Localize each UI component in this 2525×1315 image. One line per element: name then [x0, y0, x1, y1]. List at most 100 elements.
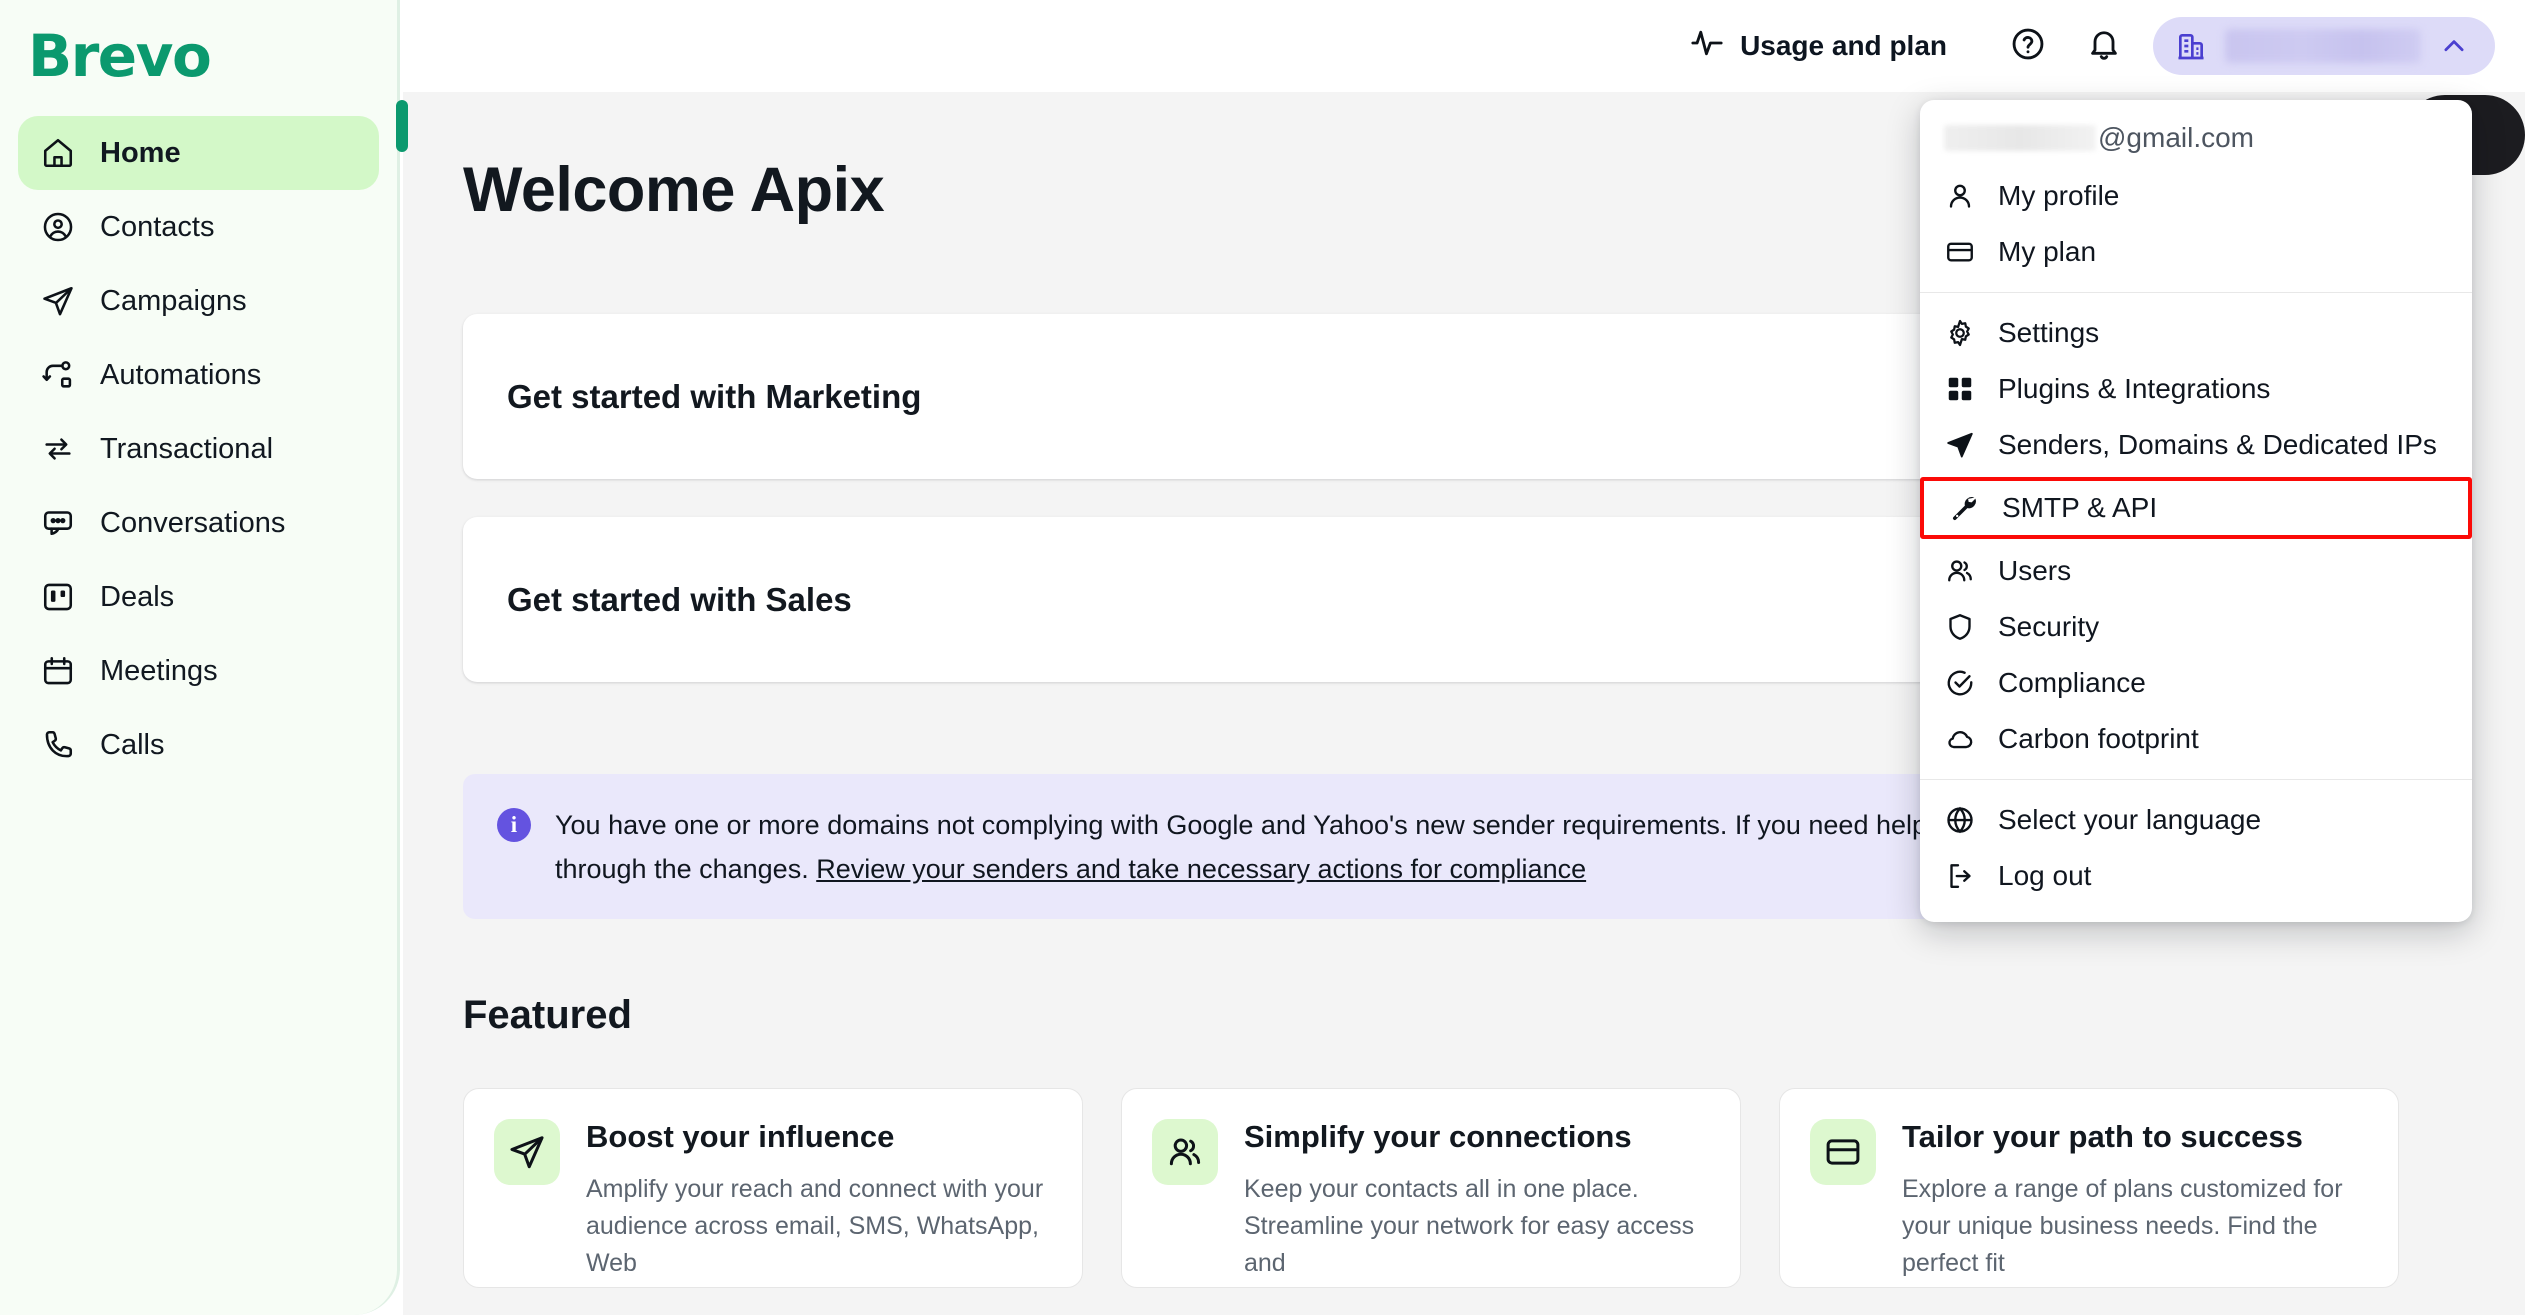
campaigns-send-icon [40, 283, 76, 319]
sidebar-item-label: Meetings [100, 654, 218, 687]
account-switcher-chip[interactable] [2153, 17, 2495, 75]
featured-card-boost-influence[interactable]: Boost your influence Amplify your reach … [463, 1088, 1083, 1289]
send-icon [494, 1119, 560, 1186]
sidebar-collapse-handle[interactable] [396, 100, 408, 152]
credit-card-icon [1944, 236, 1976, 268]
people-icon [1944, 555, 1976, 587]
sidebar-item-home[interactable]: Home [18, 116, 379, 190]
send-icon [1944, 429, 1976, 461]
banner-text-line1: You have one or more domains not complyi… [555, 810, 1935, 840]
menu-item-settings[interactable]: Settings [1920, 305, 2472, 361]
menu-item-label: Carbon footprint [1998, 723, 2199, 754]
menu-item-label: Settings [1998, 317, 2100, 348]
menu-item-plugins-integrations[interactable]: Plugins & Integrations [1920, 361, 2472, 417]
automations-icon [40, 357, 76, 393]
account-email: @gmail.com [1920, 110, 2472, 168]
bell-icon [2086, 26, 2122, 67]
grid-icon [1944, 373, 1976, 405]
menu-item-security[interactable]: Security [1920, 599, 2472, 655]
building-icon [2175, 30, 2207, 62]
menu-item-compliance[interactable]: Compliance [1920, 655, 2472, 711]
menu-item-label: My plan [1998, 236, 2097, 267]
cloud-icon [1944, 723, 1976, 755]
menu-item-my-profile[interactable]: My profile [1920, 168, 2472, 224]
help-button[interactable] [2001, 19, 2055, 73]
menu-item-label: Select your language [1998, 804, 2262, 835]
banner-review-link[interactable]: Review your senders and take necessary a… [816, 854, 1586, 884]
menu-item-label: Plugins & Integrations [1998, 373, 2271, 404]
menu-item-label: SMTP & API [2002, 492, 2158, 523]
sidebar-item-label: Deals [100, 580, 175, 613]
card-title: Get started with Sales [507, 580, 852, 618]
top-header: Usage and plan [403, 0, 2525, 92]
sidebar-item-label: Campaigns [100, 284, 247, 317]
gear-icon [1944, 317, 1976, 349]
globe-icon [1944, 804, 1976, 836]
featured-card-simplify-connections[interactable]: Simplify your connections Keep your cont… [1121, 1088, 1741, 1289]
shield-icon [1944, 611, 1976, 643]
email-local-redacted [1944, 125, 2096, 151]
menu-item-label: Security [1998, 611, 2100, 642]
menu-item-label: Log out [1998, 860, 2092, 891]
account-name-redacted [2225, 29, 2421, 63]
sidebar-item-label: Calls [100, 728, 165, 761]
brevo-logo[interactable]: Brevo [28, 22, 397, 90]
people-icon [1152, 1119, 1218, 1186]
notifications-button[interactable] [2077, 19, 2131, 73]
sidebar-item-label: Contacts [100, 210, 215, 243]
help-circle-icon [2010, 26, 2046, 67]
featured-card-description: Amplify your reach and connect with your… [586, 1175, 1044, 1278]
meetings-calendar-icon [40, 653, 76, 689]
menu-separator [1920, 779, 2472, 780]
person-icon [1944, 180, 1976, 212]
featured-card-title: Simplify your connections [1244, 1119, 1632, 1155]
sidebar-item-contacts[interactable]: Contacts [18, 190, 379, 264]
menu-item-select-language[interactable]: Select your language [1920, 792, 2472, 848]
menu-item-carbon-footprint[interactable]: Carbon footprint [1920, 711, 2472, 767]
sidebar-item-meetings[interactable]: Meetings [18, 634, 379, 708]
menu-item-my-plan[interactable]: My plan [1920, 224, 2472, 280]
featured-card-description: Explore a range of plans customized for … [1902, 1175, 2343, 1278]
menu-item-label: Compliance [1998, 667, 2146, 698]
chevron-up-icon [2439, 31, 2469, 61]
deals-board-icon [40, 579, 76, 615]
transactional-sync-icon [40, 431, 76, 467]
sidebar-item-automations[interactable]: Automations [18, 338, 379, 412]
featured-card-tailor-path[interactable]: Tailor your path to success Explore a ra… [1779, 1088, 2399, 1289]
featured-card-description: Keep your contacts all in one place. Str… [1244, 1175, 1695, 1278]
email-domain: @gmail.com [2098, 122, 2255, 153]
menu-item-users[interactable]: Users [1920, 543, 2472, 599]
menu-separator [1920, 292, 2472, 293]
usage-and-plan-button[interactable]: Usage and plan [1690, 26, 1947, 67]
featured-heading: Featured [463, 993, 632, 1038]
sidebar-item-label: Automations [100, 358, 262, 391]
card-title: Get started with Marketing [507, 377, 922, 415]
menu-item-label: Senders, Domains & Dedicated IPs [1998, 429, 2437, 460]
sidebar-item-conversations[interactable]: Conversations [18, 486, 379, 560]
featured-card-title: Boost your influence [586, 1119, 895, 1155]
menu-item-label: Users [1998, 555, 2072, 586]
app-root: Brevo Home Contacts Campaigns Automation… [0, 0, 2525, 1315]
sidebar-item-campaigns[interactable]: Campaigns [18, 264, 379, 338]
sidebar-item-deals[interactable]: Deals [18, 560, 379, 634]
sidebar-item-transactional[interactable]: Transactional [18, 412, 379, 486]
sidebar-item-label: Transactional [100, 432, 274, 465]
home-icon [40, 135, 76, 171]
sidebar-item-label: Conversations [100, 506, 286, 539]
wrench-icon [1948, 492, 1980, 524]
menu-item-senders-domains-ips[interactable]: Senders, Domains & Dedicated IPs [1920, 417, 2472, 473]
account-dropdown-menu: @gmail.com My profile My plan Settings P… [1920, 100, 2472, 922]
sidebar-item-label: Home [100, 136, 181, 169]
sidebar-item-calls[interactable]: Calls [18, 708, 379, 782]
card-icon [1810, 1119, 1876, 1186]
logout-icon [1944, 860, 1976, 892]
calls-phone-icon [40, 727, 76, 763]
activity-pulse-icon [1690, 26, 1724, 67]
sidebar: Brevo Home Contacts Campaigns Automation… [0, 0, 408, 1315]
featured-cards-row: Boost your influence Amplify your reach … [463, 1088, 2525, 1289]
menu-item-smtp-api[interactable]: SMTP & API [1920, 477, 2472, 539]
check-circle-icon [1944, 667, 1976, 699]
featured-card-title: Tailor your path to success [1902, 1119, 2303, 1155]
info-icon: i [497, 808, 531, 842]
menu-item-log-out[interactable]: Log out [1920, 848, 2472, 904]
